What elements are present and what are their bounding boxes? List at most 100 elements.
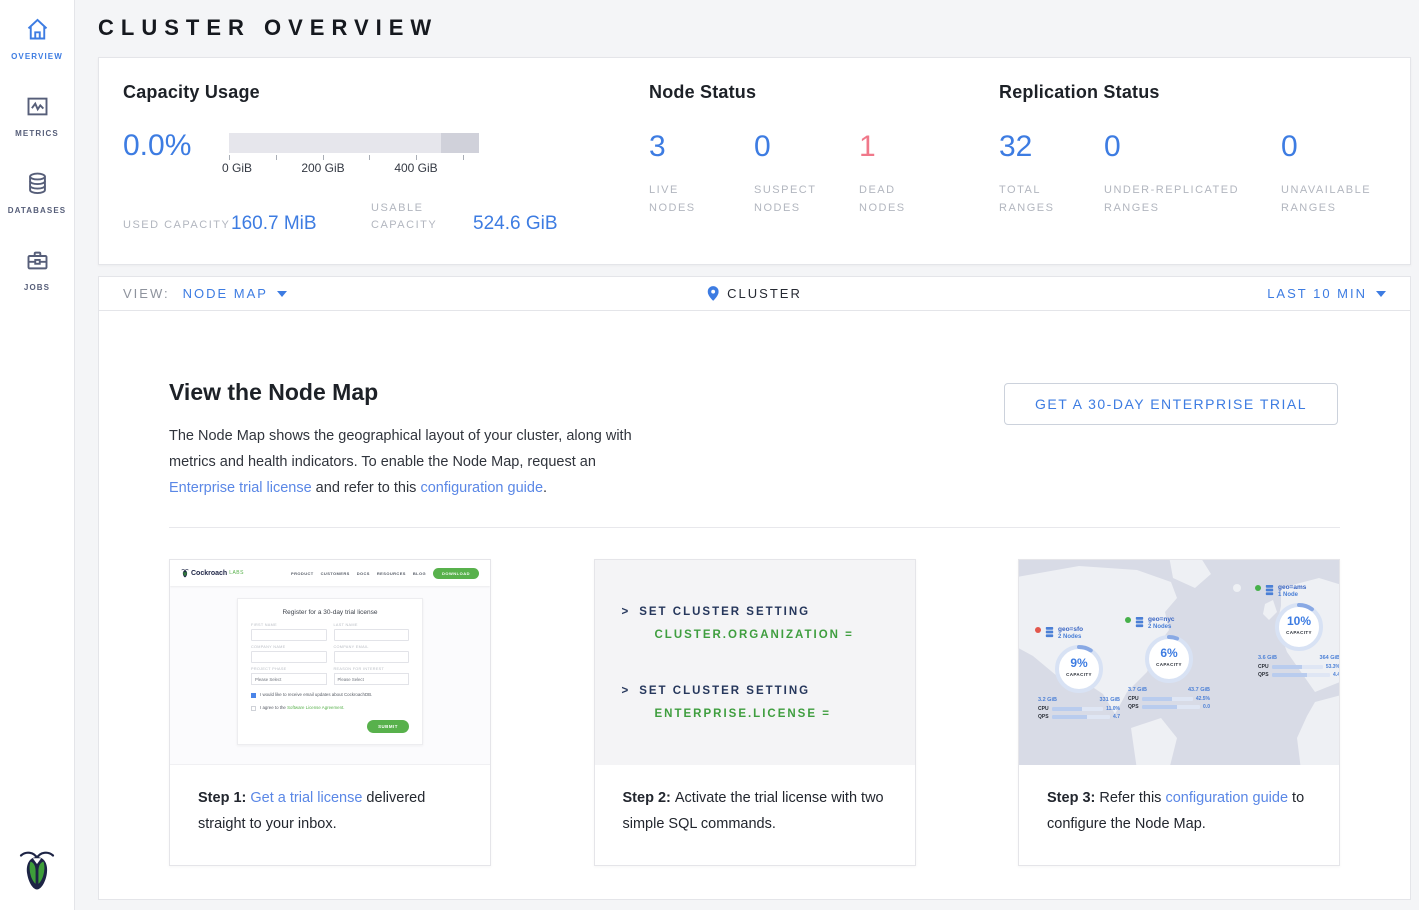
section-divider	[169, 527, 1340, 528]
replication-status-section: Replication Status 32 TOTAL RANGES 0 UND…	[999, 82, 1386, 264]
mini-checkbox-license: I agree to the Software License Agreemen…	[251, 705, 409, 711]
cpu-bar	[1052, 707, 1104, 711]
location-breadcrumb[interactable]: CLUSTER	[707, 286, 802, 301]
stat-label: LIVE NODES	[649, 181, 729, 217]
stat-dead-nodes: 1 DEAD NODES	[859, 129, 964, 217]
mini-registration-form: Register for a 30-day trial license FIRS…	[237, 598, 423, 745]
metrics-icon	[24, 93, 51, 120]
node-map-preview: geo=sfo2 Nodes 9% CAPACITY 3.2 GiB331 Gi…	[1019, 560, 1339, 765]
used-capacity-label: USED CAPACITY	[123, 217, 231, 234]
sidebar-item-databases[interactable]: DATABASES	[0, 170, 74, 215]
usable-capacity-label: USABLE CAPACITY	[371, 200, 473, 234]
stat-label: UNAVAILABLE RANGES	[1281, 181, 1361, 217]
capacity-percent: 0.0%	[123, 129, 229, 176]
mini-site-nav: PRODUCT CUSTOMERS DOCS RESOURCES BLOG DO…	[291, 568, 479, 579]
time-range-dropdown[interactable]: LAST 10 MIN	[1267, 286, 1386, 301]
stat-total-ranges: 32 TOTAL RANGES	[999, 129, 1104, 217]
sidebar-item-overview[interactable]: OVERVIEW	[0, 16, 74, 61]
capacity-usage-section: Capacity Usage 0.0% 0 GiB 200 GiB	[123, 82, 649, 264]
mini-download-button: DOWNLOAD	[433, 568, 479, 579]
configuration-guide-link[interactable]: configuration guide	[420, 480, 543, 496]
mini-form-field: LAST NAME	[334, 623, 410, 641]
sql-argument: ENTERPRISE.LICENSE =	[655, 708, 915, 720]
usable-capacity-value: 524.6 GiB	[473, 214, 558, 234]
stat-value: 3	[649, 129, 754, 165]
mini-logo-suffix: LABS	[229, 570, 244, 576]
sql-command: SET CLUSTER SETTING	[639, 685, 810, 697]
view-dropdown[interactable]: NODE MAP	[183, 286, 287, 301]
step-cards: CockroachLABS PRODUCT CUSTOMERS DOCS RES…	[169, 559, 1340, 866]
gauge-bar	[229, 133, 479, 153]
stat-value: 32	[999, 129, 1104, 165]
mini-form-field: COMPANY NAME	[251, 645, 327, 663]
configuration-guide-link[interactable]: configuration guide	[1165, 790, 1288, 806]
qps-bar	[1052, 715, 1110, 719]
stat-label: UNDER-REPLICATED RANGES	[1104, 181, 1279, 217]
cpu-bar	[1142, 697, 1193, 701]
summary-panel: Capacity Usage 0.0% 0 GiB 200 GiB	[98, 57, 1411, 265]
stat-label: DEAD NODES	[859, 181, 939, 217]
capacity-percent: 9%	[1052, 656, 1106, 670]
capacity-percent: 6%	[1142, 646, 1196, 660]
view-dropdown-value: NODE MAP	[183, 286, 268, 301]
map-pin-icon	[707, 286, 718, 301]
get-trial-license-link[interactable]: Get a trial license	[250, 790, 362, 806]
node-stack-icon	[1264, 585, 1275, 596]
sidebar-item-label: OVERVIEW	[11, 52, 63, 61]
mini-nav-item: DOCS	[357, 571, 370, 576]
enterprise-trial-button[interactable]: GET A 30-DAY ENTERPRISE TRIAL	[1004, 383, 1338, 425]
replication-status-title: Replication Status	[999, 82, 1386, 103]
capacity-donut: 10% CAPACITY	[1272, 600, 1326, 654]
view-bar: VIEW: NODE MAP CLUSTER LAST 10 MIN	[98, 276, 1411, 310]
gauge-labels: 0 GiB 200 GiB 400 GiB	[229, 161, 479, 176]
sidebar-item-label: METRICS	[15, 129, 59, 138]
mini-cockroach-logo: CockroachLABS	[181, 568, 244, 578]
step-card-3: geo=sfo2 Nodes 9% CAPACITY 3.2 GiB331 Gi…	[1018, 559, 1340, 866]
location-label: CLUSTER	[727, 286, 802, 301]
node-status-title: Node Status	[649, 82, 999, 103]
mini-form-field: PROJECT PHASEPlease Select	[251, 667, 327, 685]
sidebar-item-jobs[interactable]: JOBS	[0, 247, 74, 292]
sidebar-item-metrics[interactable]: METRICS	[0, 93, 74, 138]
mini-form-field: REASON FOR INTERESTPlease Select	[334, 667, 410, 685]
gauge-ticks	[229, 153, 479, 160]
checkbox-checked-icon	[251, 693, 256, 698]
gauge-tick-label: 200 GiB	[301, 161, 344, 175]
cpu-bar	[1272, 665, 1323, 669]
description-text: The Node Map shows the geographical layo…	[169, 428, 632, 470]
enterprise-trial-license-link[interactable]: Enterprise trial license	[169, 480, 312, 496]
description-text: .	[543, 480, 547, 496]
locality-name: geo=sfo	[1058, 626, 1083, 633]
locality-name: geo=ams	[1278, 584, 1306, 591]
mini-form-title: Register for a 30-day trial license	[251, 609, 409, 616]
node-status-dot	[1255, 585, 1261, 591]
node-status-dot	[1125, 617, 1131, 623]
description-text: and refer to this	[312, 480, 421, 496]
gauge-tick-label: 0 GiB	[222, 161, 252, 175]
capacity-donut: 6% CAPACITY	[1142, 632, 1196, 686]
time-range-value: LAST 10 MIN	[1267, 286, 1367, 301]
capacity-usage-title: Capacity Usage	[123, 82, 649, 103]
locality-name: geo=nyc	[1148, 616, 1175, 623]
chevron-down-icon	[1376, 291, 1386, 297]
prompt-symbol: >	[622, 685, 631, 697]
page-title: CLUSTER OVERVIEW	[98, 15, 1411, 41]
jobs-icon	[24, 247, 51, 274]
mini-nav-item: BLOG	[413, 571, 426, 576]
capacity-gauge: 0 GiB 200 GiB 400 GiB	[229, 129, 479, 176]
view-label: VIEW:	[123, 286, 170, 301]
mini-form-field: FIRST NAME	[251, 623, 327, 641]
sql-command: SET CLUSTER SETTING	[639, 606, 810, 618]
node-count: 2 Nodes	[1148, 624, 1175, 630]
node-map-panel: View the Node Map The Node Map shows the…	[98, 310, 1411, 900]
mini-nav-item: PRODUCT	[291, 571, 314, 576]
sidebar-item-label: DATABASES	[8, 206, 67, 215]
stat-value: 0	[754, 129, 859, 165]
node-status-section: Node Status 3 LIVE NODES 0 SUSPECT NODES…	[649, 82, 999, 264]
chevron-down-icon	[277, 291, 287, 297]
prompt-symbol: >	[622, 606, 631, 618]
map-node-ams: geo=ams1 Node 10% CAPACITY 3.6 GiB364 Gi…	[1255, 584, 1339, 680]
stat-unavailable-ranges: 0 UNAVAILABLE RANGES	[1281, 129, 1386, 217]
capacity-donut: 9% CAPACITY	[1052, 642, 1106, 696]
gauge-dark-segment	[441, 133, 479, 153]
